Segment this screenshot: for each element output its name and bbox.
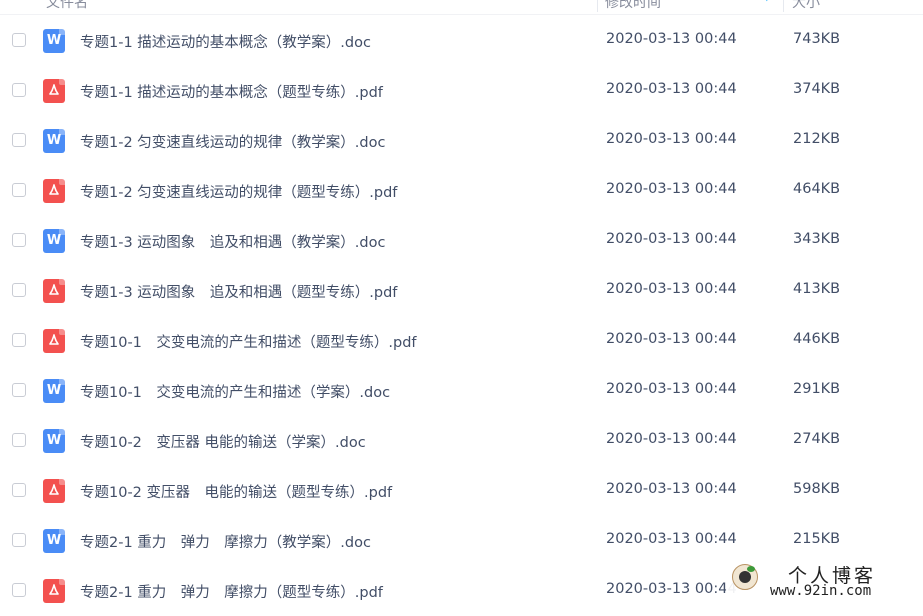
file-name-link[interactable]: 专题1-3 运动图象 追及和相遇（教学案）.doc xyxy=(80,231,385,252)
column-header-modified-time[interactable]: 修改时间 xyxy=(605,0,661,12)
row-checkbox[interactable] xyxy=(12,33,26,47)
watermark: 个人博客 www.92in.com xyxy=(726,560,923,602)
pdf-file-icon xyxy=(43,579,65,603)
file-size: 215KB xyxy=(793,531,841,547)
file-name-link[interactable]: 专题10-2 变压器 电能的输送（学案）.doc xyxy=(80,431,366,452)
file-modified-time: 2020-03-13 00:44 xyxy=(606,331,737,347)
file-size: 464KB xyxy=(793,181,841,197)
file-name-link[interactable]: 专题10-2 变压器 电能的输送（题型专练）.pdf xyxy=(80,481,392,502)
file-size: 274KB xyxy=(793,431,841,447)
file-modified-time: 2020-03-13 00:44 xyxy=(606,481,737,497)
file-row[interactable]: W 专题2-1 重力 弹力 摩擦力（教学案）.doc 2020-03-13 00:4… xyxy=(0,516,923,566)
pdf-file-icon xyxy=(43,179,65,203)
word-doc-icon: W xyxy=(43,29,65,53)
column-header-size[interactable]: 大小 xyxy=(792,0,820,12)
blog-logo-icon xyxy=(732,564,758,590)
pdf-file-icon xyxy=(43,79,65,103)
file-size: 598KB xyxy=(793,481,841,497)
watermark-url: www.92in.com xyxy=(770,583,872,599)
file-modified-time: 2020-03-13 00:44 xyxy=(606,81,737,97)
file-row[interactable]: 专题10-2 变压器 电能的输送（题型专练）.pdf 2020-03-13 00:… xyxy=(0,466,923,516)
file-size: 343KB xyxy=(793,231,841,247)
file-modified-time: 2020-03-13 00:44 xyxy=(606,31,737,47)
file-modified-time: 2020-03-13 00:44 xyxy=(606,131,737,147)
row-checkbox[interactable] xyxy=(12,233,26,247)
file-size: 446KB xyxy=(793,331,841,347)
column-divider[interactable] xyxy=(783,0,784,12)
file-size: 291KB xyxy=(793,381,841,397)
file-modified-time: 2020-03-13 00:44 xyxy=(606,531,737,547)
file-row[interactable]: W 专题1-1 描述运动的基本概念（教学案）.doc 2020-03-13 00:4… xyxy=(0,16,923,66)
file-name-link[interactable]: 专题1-1 描述运动的基本概念（教学案）.doc xyxy=(80,31,371,52)
row-checkbox[interactable] xyxy=(12,483,26,497)
column-divider[interactable] xyxy=(597,0,598,12)
file-modified-time: 2020-03-13 00:44 xyxy=(606,581,737,597)
row-checkbox[interactable] xyxy=(12,83,26,97)
row-checkbox[interactable] xyxy=(12,183,26,197)
row-checkbox[interactable] xyxy=(12,383,26,397)
file-row[interactable]: W 专题10-2 变压器 电能的输送（学案）.doc 2020-03-13 00:4… xyxy=(0,416,923,466)
file-size: 743KB xyxy=(793,31,841,47)
sort-descending-icon[interactable]: ▼ xyxy=(763,0,771,3)
row-checkbox[interactable] xyxy=(12,533,26,547)
file-name-link[interactable]: 专题10-1 交变电流的产生和描述（题型专练）.pdf xyxy=(80,331,417,352)
file-list: W 专题1-1 描述运动的基本概念（教学案）.doc 2020-03-13 00:4… xyxy=(0,16,923,616)
word-doc-icon: W xyxy=(43,129,65,153)
file-modified-time: 2020-03-13 00:44 xyxy=(606,231,737,247)
file-name-link[interactable]: 专题10-1 交变电流的产生和描述（学案）.doc xyxy=(80,381,390,402)
pdf-file-icon xyxy=(43,479,65,503)
row-checkbox[interactable] xyxy=(12,283,26,297)
word-doc-icon: W xyxy=(43,379,65,403)
word-doc-icon: W xyxy=(43,529,65,553)
file-row[interactable]: 专题1-1 描述运动的基本概念（题型专练）.pdf 2020-03-13 00:4… xyxy=(0,66,923,116)
file-name-link[interactable]: 专题1-2 匀变速直线运动的规律（教学案）.doc xyxy=(80,131,385,152)
table-header: 文件名 修改时间 ▼ 大小 xyxy=(0,0,923,15)
file-row[interactable]: 专题1-3 运动图象 追及和相遇（题型专练）.pdf 2020-03-13 00:… xyxy=(0,266,923,316)
file-modified-time: 2020-03-13 00:44 xyxy=(606,281,737,297)
file-name-link[interactable]: 专题1-3 运动图象 追及和相遇（题型专练）.pdf xyxy=(80,281,397,302)
column-header-name[interactable]: 文件名 xyxy=(46,0,88,12)
word-doc-icon: W xyxy=(43,229,65,253)
pdf-file-icon xyxy=(43,279,65,303)
row-checkbox[interactable] xyxy=(12,333,26,347)
file-modified-time: 2020-03-13 00:44 xyxy=(606,181,737,197)
file-row[interactable]: W 专题10-1 交变电流的产生和描述（学案）.doc 2020-03-13 00:… xyxy=(0,366,923,416)
file-name-link[interactable]: 专题1-2 匀变速直线运动的规律（题型专练）.pdf xyxy=(80,181,397,202)
file-size: 212KB xyxy=(793,131,841,147)
word-doc-icon: W xyxy=(43,429,65,453)
row-checkbox[interactable] xyxy=(12,433,26,447)
file-name-link[interactable]: 专题2-1 重力 弹力 摩擦力（题型专练）.pdf xyxy=(80,581,383,602)
file-modified-time: 2020-03-13 00:44 xyxy=(606,381,737,397)
file-name-link[interactable]: 专题1-1 描述运动的基本概念（题型专练）.pdf xyxy=(80,81,383,102)
pdf-file-icon xyxy=(43,329,65,353)
file-row[interactable]: W 专题1-2 匀变速直线运动的规律（教学案）.doc 2020-03-13 00:… xyxy=(0,116,923,166)
row-checkbox[interactable] xyxy=(12,583,26,597)
file-modified-time: 2020-03-13 00:44 xyxy=(606,431,737,447)
file-size: 374KB xyxy=(793,81,841,97)
file-row[interactable]: W 专题1-3 运动图象 追及和相遇（教学案）.doc 2020-03-13 00:… xyxy=(0,216,923,266)
file-name-link[interactable]: 专题2-1 重力 弹力 摩擦力（教学案）.doc xyxy=(80,531,371,552)
file-size: 413KB xyxy=(793,281,841,297)
file-row[interactable]: 专题10-1 交变电流的产生和描述（题型专练）.pdf 2020-03-13 00… xyxy=(0,316,923,366)
file-row[interactable]: 专题1-2 匀变速直线运动的规律（题型专练）.pdf 2020-03-13 00:… xyxy=(0,166,923,216)
row-checkbox[interactable] xyxy=(12,133,26,147)
